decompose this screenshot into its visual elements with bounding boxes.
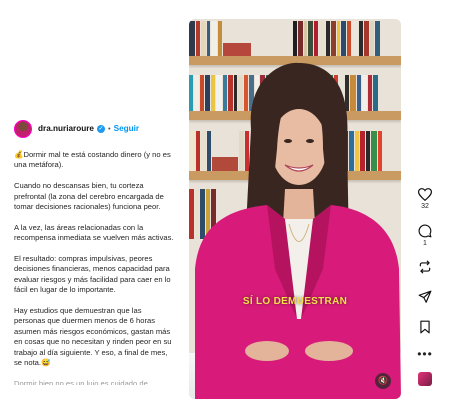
caption-paragraph: A la vez, las áreas relacionadas con la …	[14, 222, 174, 243]
verified-badge-icon: ✓	[96, 125, 105, 133]
post-author: dra.nuriaroure ✓ • Seguir	[14, 120, 174, 138]
repost-icon[interactable]	[418, 260, 432, 274]
reel-video[interactable]: SÍ LO DEMUESTRAN 🔇	[189, 19, 401, 399]
more-action[interactable]: •••	[412, 348, 438, 360]
audio-source[interactable]	[412, 372, 438, 386]
separator-dot: •	[107, 123, 111, 133]
caption-paragraph: Cuando no descansas bien, tu corteza pre…	[14, 181, 164, 212]
comment-action[interactable]: 1	[412, 224, 438, 254]
comment-count: 1	[423, 240, 427, 247]
audio-avatar[interactable]	[418, 372, 432, 386]
author-avatar[interactable]	[14, 120, 32, 138]
more-icon[interactable]: •••	[417, 348, 433, 360]
repost-action[interactable]	[412, 260, 438, 274]
comment-icon[interactable]	[418, 224, 432, 238]
save-action[interactable]	[412, 320, 438, 334]
follow-button[interactable]: Seguir	[114, 124, 139, 134]
presenter-figure	[195, 62, 401, 399]
post-caption: dra.nuriaroure ✓ • Seguir 💰Dormir mal te…	[14, 120, 174, 395]
like-count: 32	[421, 203, 429, 210]
save-icon[interactable]	[419, 320, 431, 334]
like-action[interactable]: 32	[412, 188, 438, 218]
video-subtitle: SÍ LO DEMUESTRAN	[242, 296, 348, 307]
caption-paragraph-truncated: Dormir bien no es un lujo es cuidado de	[14, 378, 148, 385]
heart-icon[interactable]	[418, 188, 432, 201]
share-action[interactable]	[412, 290, 438, 304]
author-username[interactable]: dra.nuriaroure	[38, 124, 94, 134]
caption-paragraph: El resultado: compras impulsivas, peores…	[14, 254, 171, 295]
action-rail: 32 1 •••	[412, 188, 438, 386]
caption-paragraph: 💰Dormir mal te está costando dinero (y n…	[14, 150, 171, 170]
caption-paragraph: Hay estudios que demuestran que las pers…	[14, 306, 172, 368]
share-icon[interactable]	[418, 290, 432, 304]
speaker-muted-icon[interactable]: 🔇	[375, 373, 391, 389]
